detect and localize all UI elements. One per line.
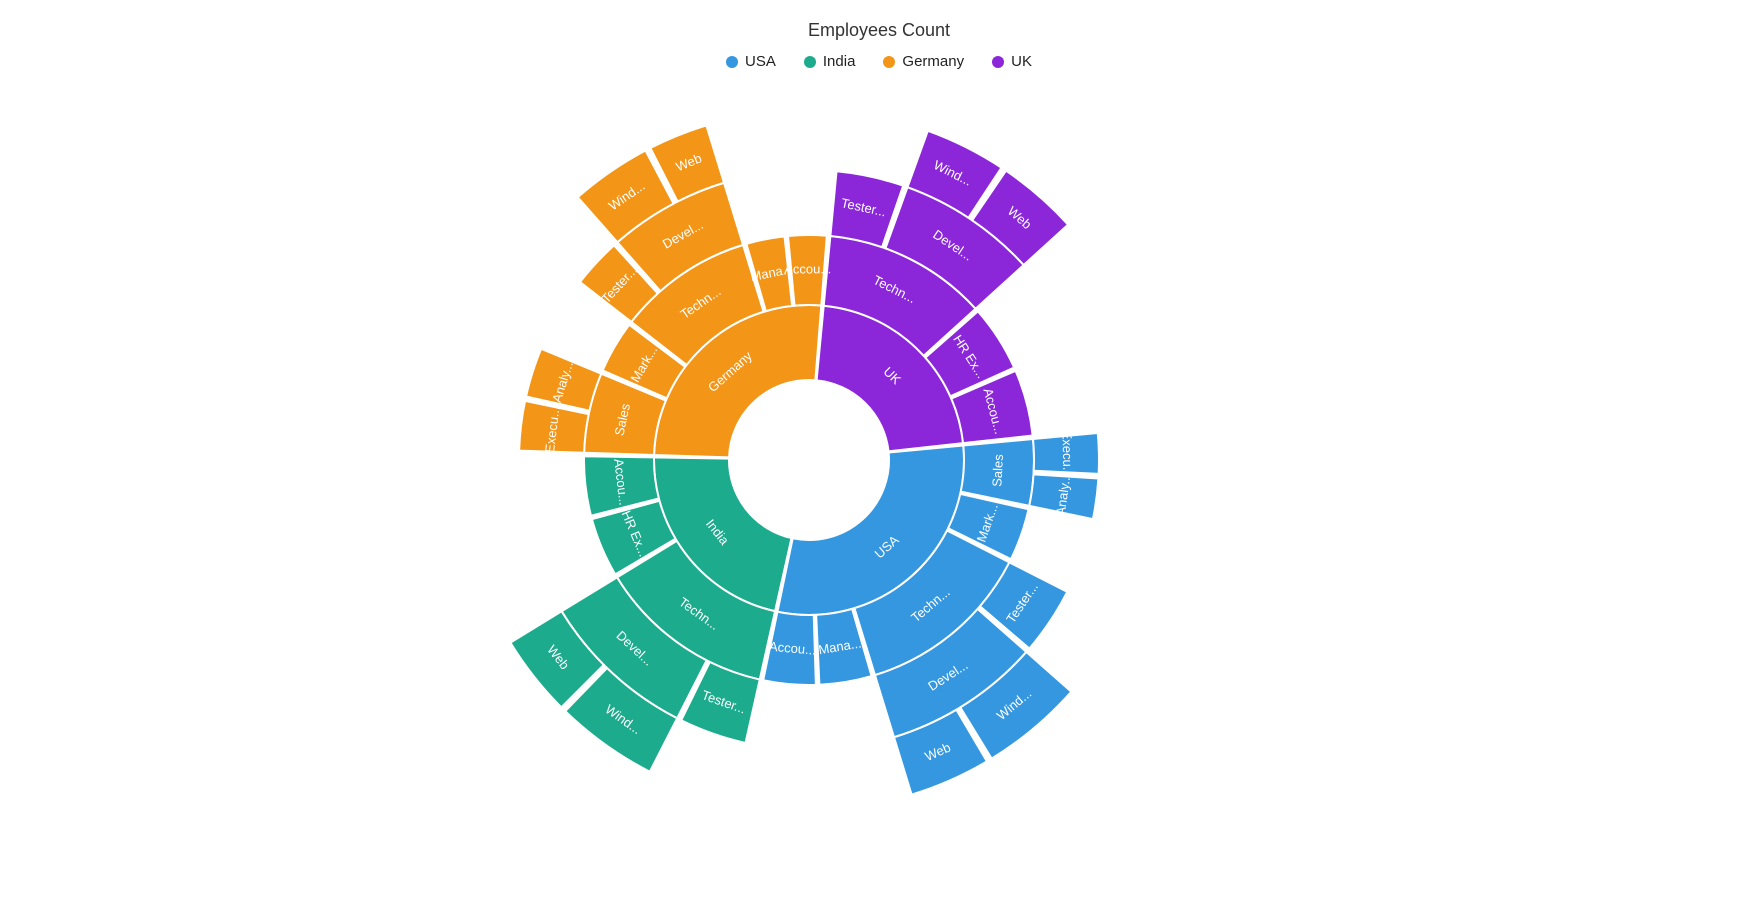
swatch-icon	[992, 56, 1004, 68]
legend-label: India	[823, 53, 856, 70]
legend-item-usa[interactable]: USA	[726, 53, 776, 70]
legend: USA India Germany UK	[0, 53, 1758, 70]
sunburst-label: Sales	[989, 453, 1006, 487]
legend-label: UK	[1011, 53, 1032, 70]
legend-item-india[interactable]: India	[804, 53, 856, 70]
legend-label: Germany	[902, 53, 964, 70]
sunburst-chart[interactable]: UKTechn...Tester...Devel...Wind...WebHR …	[429, 80, 1329, 900]
swatch-icon	[804, 56, 816, 68]
legend-item-uk[interactable]: UK	[992, 53, 1032, 70]
chart-title: Employees Count	[0, 0, 1758, 41]
sunburst-label: Execu...	[1059, 430, 1075, 477]
sunburst-label: Accou...	[784, 261, 831, 276]
swatch-icon	[726, 56, 738, 68]
chart-area: UKTechn...Tester...Devel...Wind...WebHR …	[0, 80, 1758, 913]
legend-item-germany[interactable]: Germany	[883, 53, 964, 70]
legend-label: USA	[745, 53, 776, 70]
swatch-icon	[883, 56, 895, 68]
page: Employees Count USA India Germany UK UKT…	[0, 0, 1758, 913]
